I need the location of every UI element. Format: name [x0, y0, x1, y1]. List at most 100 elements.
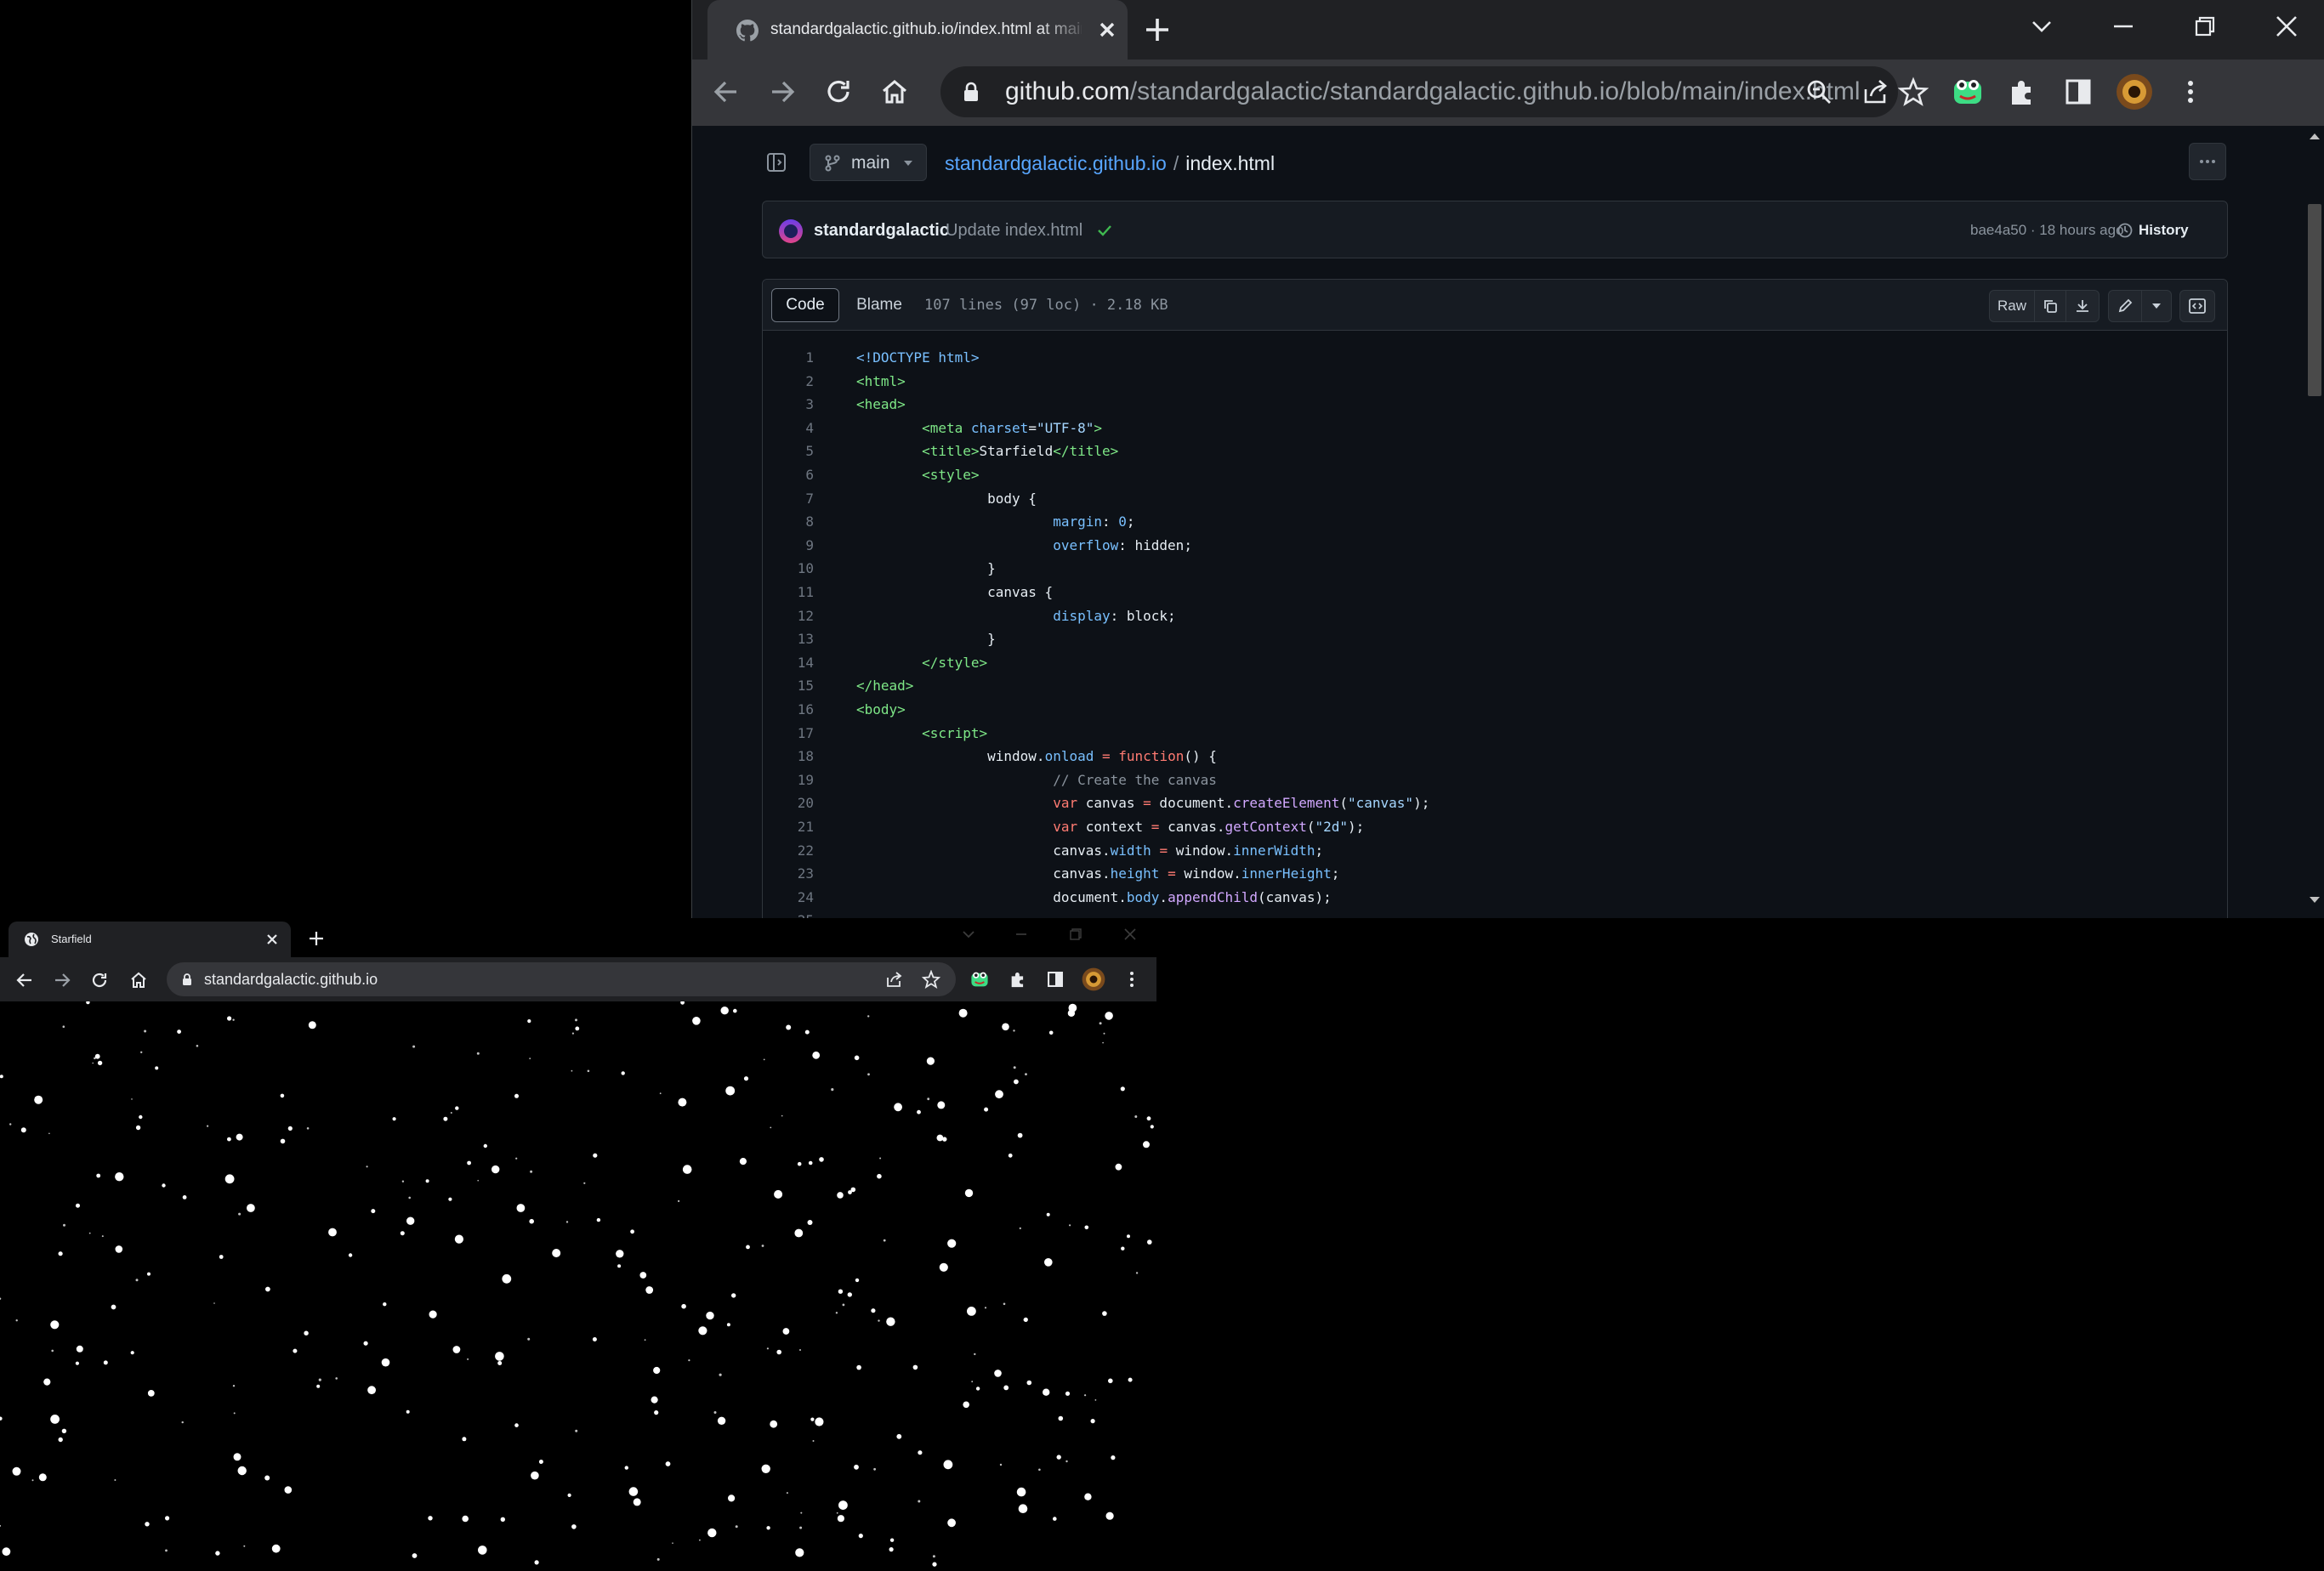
forward-icon[interactable]: [767, 77, 798, 107]
lock-icon[interactable]: [182, 973, 192, 986]
tab-starfield[interactable]: Starfield: [9, 922, 291, 957]
code-line[interactable]: 11 canvas {: [763, 581, 2225, 604]
commit-hash-time[interactable]: bae4a50 · 18 hours ago: [1970, 201, 2124, 259]
code-line[interactable]: 4 <meta charset="UTF-8">: [763, 417, 2225, 440]
bookmark-star-icon[interactable]: [1898, 77, 1929, 107]
address-bar[interactable]: github.com/standardgalactic/standardgala…: [940, 66, 1929, 117]
history-link[interactable]: History: [2139, 201, 2189, 259]
url-text[interactable]: github.com/standardgalactic/standardgala…: [1005, 66, 1861, 117]
code-line[interactable]: 1 <!DOCTYPE html>: [763, 346, 2225, 370]
code-line[interactable]: 24 document.body.appendChild(canvas);: [763, 886, 2225, 910]
line-number[interactable]: 10: [763, 557, 814, 581]
zoom-icon[interactable]: [1804, 77, 1833, 106]
back-icon[interactable]: [15, 971, 34, 990]
share-icon[interactable]: [1861, 77, 1889, 106]
tab-blame[interactable]: Blame: [846, 288, 912, 322]
code-line[interactable]: 22 canvas.width = window.innerWidth;: [763, 839, 2225, 863]
extensions-puzzle-icon[interactable]: [1009, 970, 1027, 989]
code-line[interactable]: 12 display: block;: [763, 604, 2225, 628]
line-number[interactable]: 17: [763, 722, 814, 746]
scroll-down-arrow-icon[interactable]: [2308, 895, 2321, 905]
commit-message[interactable]: Update index.html: [946, 201, 1082, 259]
line-number[interactable]: 6: [763, 463, 814, 487]
profile-avatar[interactable]: [2116, 73, 2153, 111]
forward-icon[interactable]: [53, 971, 71, 990]
close-window-icon[interactable]: [2274, 14, 2299, 39]
new-tab-icon[interactable]: [1143, 15, 1172, 44]
download-button[interactable]: [2065, 290, 2100, 322]
scrollbar-thumb[interactable]: [2308, 204, 2321, 396]
branch-selector[interactable]: main: [810, 144, 927, 181]
code-line[interactable]: 6 <style>: [763, 463, 2225, 487]
line-number[interactable]: 25: [763, 909, 814, 918]
code-line[interactable]: 14 </style>: [763, 651, 2225, 675]
code-line[interactable]: 10 }: [763, 557, 2225, 581]
code-line[interactable]: 7 body {: [763, 487, 2225, 511]
edit-dropdown-button[interactable]: [2141, 290, 2172, 322]
code-line[interactable]: 19 // Create the canvas: [763, 768, 2225, 792]
line-number[interactable]: 9: [763, 534, 814, 558]
back-icon[interactable]: [711, 77, 742, 107]
code-line[interactable]: 3 <head>: [763, 393, 2225, 417]
close-window-icon[interactable]: [1122, 927, 1138, 942]
code-line[interactable]: 9 overflow: hidden;: [763, 534, 2225, 558]
new-tab-icon[interactable]: [308, 930, 325, 947]
extension-frog-icon[interactable]: [1951, 75, 1985, 109]
reload-icon[interactable]: [823, 77, 854, 107]
line-number[interactable]: 16: [763, 698, 814, 722]
edit-button[interactable]: [2108, 290, 2142, 322]
restore-icon[interactable]: [1068, 927, 1083, 942]
tab-search-chevron-icon[interactable]: [961, 927, 976, 942]
tab-search-chevron-icon[interactable]: [2029, 14, 2054, 39]
code-line[interactable]: 5 <title>Starfield</title>: [763, 440, 2225, 463]
breadcrumb-repo-link[interactable]: standardgalactic.github.io: [945, 152, 1167, 174]
code-line[interactable]: 2 <html>: [763, 370, 2225, 394]
line-number[interactable]: 19: [763, 768, 814, 792]
line-number[interactable]: 3: [763, 393, 814, 417]
code-line[interactable]: 21 var context = canvas.getContext("2d")…: [763, 815, 2225, 839]
address-bar[interactable]: standardgalactic.github.io: [167, 962, 956, 996]
minimize-icon[interactable]: [1014, 927, 1029, 942]
more-options-button[interactable]: [2189, 143, 2226, 180]
line-number[interactable]: 8: [763, 510, 814, 534]
line-number[interactable]: 24: [763, 886, 814, 910]
line-number[interactable]: 13: [763, 627, 814, 651]
side-panel-icon[interactable]: [1046, 970, 1065, 989]
line-number[interactable]: 4: [763, 417, 814, 440]
line-number[interactable]: 18: [763, 745, 814, 768]
reload-icon[interactable]: [90, 971, 109, 990]
share-icon[interactable]: [884, 970, 903, 989]
extension-frog-icon[interactable]: [969, 969, 990, 990]
browser-menu-icon[interactable]: [2175, 77, 2206, 107]
author-avatar[interactable]: [778, 218, 804, 244]
tab-code[interactable]: Code: [771, 288, 839, 322]
code-line[interactable]: 18 window.onload = function() {: [763, 745, 2225, 768]
browser-menu-icon[interactable]: [1122, 970, 1141, 989]
code-line[interactable]: 15 </head>: [763, 674, 2225, 698]
profile-avatar[interactable]: [1082, 967, 1105, 991]
close-tab-icon[interactable]: [265, 933, 279, 946]
tab-github-file[interactable]: standardgalactic.github.io/index.html at…: [707, 0, 1128, 60]
symbols-panel-button[interactable]: [2179, 290, 2215, 322]
check-icon[interactable]: [1096, 222, 1113, 239]
minimize-icon[interactable]: [2111, 14, 2136, 39]
file-tree-toggle-icon[interactable]: [765, 151, 787, 173]
copy-raw-button[interactable]: [2034, 290, 2066, 322]
line-number[interactable]: 7: [763, 487, 814, 511]
close-tab-icon[interactable]: [1095, 18, 1119, 42]
line-number[interactable]: 15: [763, 674, 814, 698]
commit-author[interactable]: standardgalactic: [814, 201, 949, 259]
line-number[interactable]: 21: [763, 815, 814, 839]
restore-icon[interactable]: [2192, 14, 2218, 39]
line-number[interactable]: 20: [763, 791, 814, 815]
line-number[interactable]: 5: [763, 440, 814, 463]
side-panel-icon[interactable]: [2063, 77, 2094, 107]
line-number[interactable]: 11: [763, 581, 814, 604]
raw-button[interactable]: Raw: [1989, 290, 2035, 322]
url-text[interactable]: standardgalactic.github.io: [204, 962, 378, 996]
scroll-up-arrow-icon[interactable]: [2308, 131, 2321, 141]
starfield-canvas[interactable]: [0, 1000, 1156, 1571]
home-icon[interactable]: [129, 971, 148, 990]
extensions-puzzle-icon[interactable]: [2007, 77, 2037, 107]
code-line[interactable]: 23 canvas.height = window.innerHeight;: [763, 862, 2225, 886]
